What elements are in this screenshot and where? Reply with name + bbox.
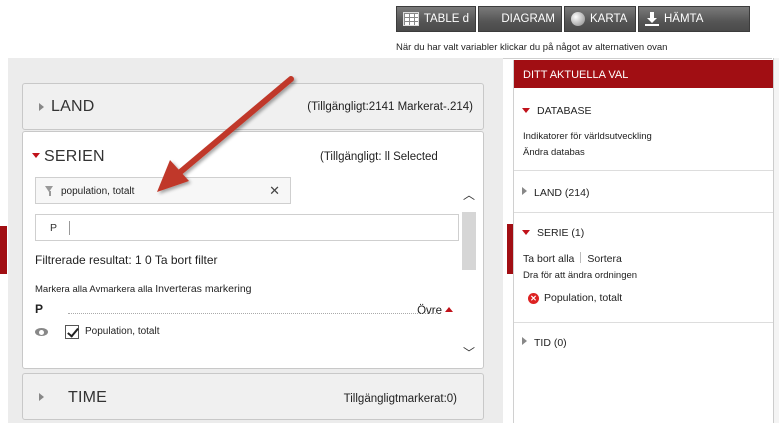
collapse-down-icon <box>522 108 530 113</box>
series-item-label[interactable]: Population, totalt <box>85 326 160 337</box>
clear-all-link[interactable]: Ta bort alla <box>523 253 574 265</box>
series-search-input[interactable]: population, totalt ✕ <box>35 177 291 204</box>
serie-section-title: SERIE (1) <box>537 227 585 239</box>
drag-hint: Dra för att ändra ordningen <box>523 270 638 281</box>
sort-label: Övre <box>417 305 442 317</box>
current-selection-pane: DITT AKTUELLA VAL DATABASE Indikatorer f… <box>513 60 774 423</box>
diagram-button-label: DIAGRAM <box>501 13 555 25</box>
group-divider <box>68 313 438 314</box>
close-icon[interactable]: ✕ <box>269 183 280 199</box>
download-button-label: HÄMTA <box>664 13 704 25</box>
deselect-all-link[interactable]: Avmarkera alla <box>89 284 152 295</box>
section-divider <box>514 212 774 213</box>
letter-filter-input[interactable]: P <box>35 214 459 241</box>
filter-icon <box>45 186 54 196</box>
serien-panel: SERIEN (Tillgängligt: ll Selected popula… <box>22 131 484 369</box>
output-toolbar: TABLE d DIAGRAM KARTA HÄMTA <box>396 6 752 32</box>
expand-right-icon <box>39 393 44 401</box>
table-icon <box>403 12 419 26</box>
land-panel[interactable]: LAND (Tillgängligt:2141 Markerat-.214) <box>22 83 484 130</box>
time-panel-info: Tillgängligtmarkerat:0) <box>343 393 457 405</box>
sort-link[interactable]: Sortera <box>587 253 621 265</box>
change-database-link[interactable]: Ändra databas <box>523 147 585 158</box>
collapse-down-icon <box>522 230 530 235</box>
map-button[interactable]: KARTA <box>564 6 636 32</box>
sort-toggle[interactable]: Övre <box>417 305 453 317</box>
serie-actions: Ta bort alla Sortera <box>523 252 622 265</box>
database-title: DATABASE <box>537 105 592 117</box>
scrollbar-thumb[interactable] <box>462 212 476 270</box>
section-divider <box>514 322 774 323</box>
window-edge <box>773 58 779 423</box>
table-button[interactable]: TABLE d <box>396 6 476 32</box>
time-panel-title: TIME <box>68 389 108 406</box>
sort-up-icon <box>445 307 453 312</box>
section-divider <box>514 170 774 171</box>
land-section-title: LAND (214) <box>534 187 590 199</box>
series-search-value: population, totalt <box>61 186 135 197</box>
land-panel-title: LAND <box>51 98 95 115</box>
land-panel-info: (Tillgängligt:2141 Markerat-.214) <box>307 101 473 113</box>
series-scrollbar[interactable]: ︿ ﹀ <box>460 186 478 361</box>
tid-section-title: TID (0) <box>534 337 567 349</box>
selected-series-item: Population, totalt <box>544 292 623 304</box>
table-button-label: TABLE d <box>423 13 469 25</box>
population-checkbox[interactable] <box>65 325 79 339</box>
remove-icon[interactable]: ✕ <box>528 293 539 304</box>
active-indicator-left <box>0 226 7 274</box>
expand-right-icon <box>522 337 527 345</box>
text-caret <box>69 221 70 235</box>
group-letter: P <box>35 302 44 316</box>
tid-section[interactable]: TID (0) <box>522 337 567 349</box>
selection-actions: Markera alla Avmarkera alla Inverteras m… <box>35 283 252 295</box>
serie-section[interactable]: SERIE (1) <box>522 227 584 239</box>
time-panel[interactable]: TIME Tillgängligtmarkerat:0) <box>22 373 484 420</box>
globe-icon <box>571 12 585 26</box>
chevron-down-icon[interactable]: ﹀ <box>463 344 475 361</box>
database-section[interactable]: DATABASE <box>522 105 591 117</box>
chevron-up-icon[interactable]: ︿ <box>463 186 475 203</box>
expand-right-icon <box>522 187 527 195</box>
toolbar-hint: När du har valt variabler klickar du på … <box>396 42 668 53</box>
expand-right-icon <box>39 103 44 111</box>
land-section[interactable]: LAND (214) <box>522 187 589 199</box>
select-all-link[interactable]: Markera alla <box>35 284 87 295</box>
download-icon <box>645 12 659 26</box>
current-selection-header: DITT AKTUELLA VAL <box>514 60 774 88</box>
invert-selection-link[interactable]: Inverteras markering <box>155 283 251 295</box>
map-button-label: KARTA <box>590 13 628 25</box>
download-button[interactable]: HÄMTA <box>638 6 750 32</box>
database-name: Indikatorer för världsutveckling <box>523 131 652 142</box>
diagram-button[interactable]: DIAGRAM <box>478 6 562 32</box>
serien-panel-info: (Tillgängligt: ll Selected <box>320 151 438 163</box>
serien-panel-title[interactable]: SERIEN <box>44 148 105 166</box>
letter-filter-value: P <box>50 222 58 234</box>
eye-icon[interactable] <box>35 328 48 336</box>
filtered-results[interactable]: Filtrerade resultat: 1 0 Ta bort filter <box>35 253 218 267</box>
collapse-down-icon[interactable] <box>32 153 40 158</box>
